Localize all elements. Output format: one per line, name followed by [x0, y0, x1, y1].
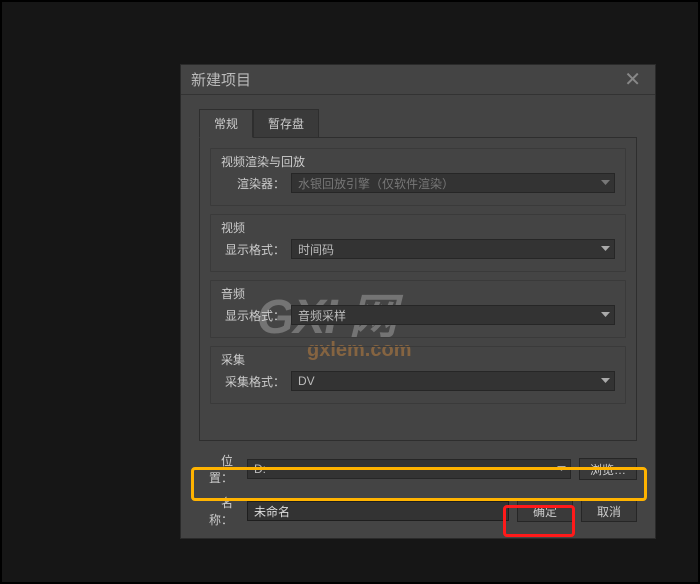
capture-format-label: 采集格式： [221, 373, 291, 390]
dialog-title: 新建项目 [191, 69, 620, 90]
titlebar: 新建项目 ✕ [181, 65, 655, 95]
ok-button[interactable]: 确定 [517, 500, 573, 522]
browse-button[interactable]: 浏览… [579, 458, 637, 480]
location-label: 位置： [199, 452, 239, 486]
video-format-select[interactable]: 时间码 [291, 239, 615, 259]
group-label: 采集 [221, 351, 245, 368]
close-icon[interactable]: ✕ [620, 67, 645, 92]
video-format-value: 时间码 [298, 241, 334, 258]
renderer-label: 渲染器： [221, 175, 291, 192]
chevron-down-icon [601, 246, 610, 252]
group-capture: 采集 采集格式： DV [210, 346, 626, 404]
group-label: 音频 [221, 285, 245, 302]
tabs: 常规 暂存盘 [199, 109, 655, 138]
cancel-button[interactable]: 取消 [581, 500, 637, 522]
audio-format-label: 显示格式： [221, 307, 291, 324]
chevron-down-icon [601, 378, 610, 384]
new-project-dialog: 新建项目 ✕ 常规 暂存盘 视频渲染与回放 渲染器： 水银回放引擎（仅软件渲染）… [180, 64, 656, 539]
chevron-down-icon [601, 180, 610, 186]
name-label: 名称： [199, 494, 239, 528]
renderer-select: 水银回放引擎（仅软件渲染） [291, 173, 615, 193]
group-label: 视频渲染与回放 [221, 153, 305, 170]
audio-format-select[interactable]: 音频采样 [291, 305, 615, 325]
renderer-value: 水银回放引擎（仅软件渲染） [298, 175, 454, 192]
dialog-footer: 位置： D: 浏览… 名称： 确定 取消 [199, 444, 637, 528]
location-select[interactable]: D: [247, 459, 571, 479]
audio-format-value: 音频采样 [298, 307, 346, 324]
video-format-label: 显示格式： [221, 241, 291, 258]
capture-format-select[interactable]: DV [291, 371, 615, 391]
tab-scratch[interactable]: 暂存盘 [253, 109, 319, 138]
tab-panel-general: 视频渲染与回放 渲染器： 水银回放引擎（仅软件渲染） 视频 显示格式： 时间码 [199, 137, 637, 441]
group-audio: 音频 显示格式： 音频采样 [210, 280, 626, 338]
location-value: D: [254, 462, 266, 476]
chevron-down-icon [601, 312, 610, 318]
tab-general[interactable]: 常规 [199, 109, 253, 138]
name-input[interactable] [247, 501, 509, 521]
capture-format-value: DV [298, 374, 315, 388]
group-label: 视频 [221, 219, 245, 236]
chevron-down-icon [557, 466, 566, 472]
group-video: 视频 显示格式： 时间码 [210, 214, 626, 272]
group-render: 视频渲染与回放 渲染器： 水银回放引擎（仅软件渲染） [210, 148, 626, 206]
